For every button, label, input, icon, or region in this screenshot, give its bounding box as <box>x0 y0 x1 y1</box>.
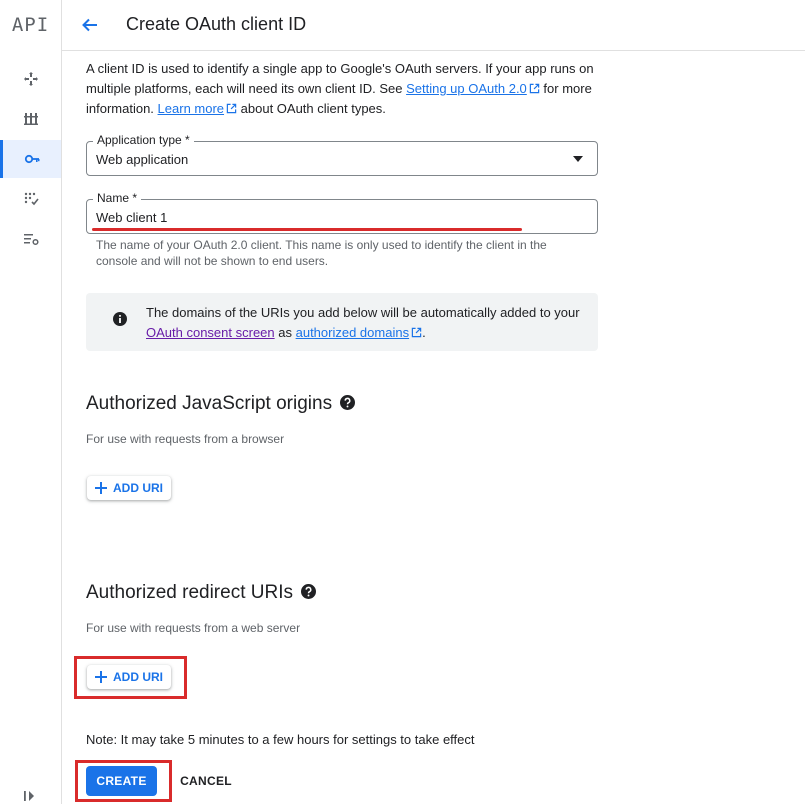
name-helper-text: The name of your OAuth 2.0 client. This … <box>96 238 547 268</box>
learn-more-link[interactable]: Learn more <box>158 101 224 116</box>
nav-credentials[interactable] <box>0 140 61 178</box>
application-type-label: Application type * <box>93 133 194 147</box>
library-icon <box>23 113 38 125</box>
intro-text: A client ID is used to identify a single… <box>86 61 594 116</box>
help-icon[interactable] <box>300 584 316 599</box>
dashboard-icon <box>23 72 38 86</box>
application-type-value: Web application <box>96 152 189 167</box>
js-origins-subtitle: For use with requests from a browser <box>86 432 285 446</box>
page-header: Create OAuth client ID <box>62 0 805 51</box>
settings-list-icon <box>23 234 39 246</box>
back-arrow-icon[interactable] <box>80 15 100 35</box>
plus-icon <box>95 482 107 494</box>
left-nav-rail: API <box>0 0 62 804</box>
name-label: Name * <box>93 191 142 205</box>
help-icon[interactable] <box>340 395 356 410</box>
oauth-consent-screen-link[interactable]: OAuth consent screen <box>146 325 275 340</box>
info-text: The domains of the URIs you add below wi… <box>146 305 580 340</box>
nav-consent[interactable] <box>0 180 61 218</box>
key-icon <box>24 154 40 164</box>
settings-note: Note: It may take 5 minutes to a few hou… <box>86 732 475 747</box>
redirect-uris-subtitle: For use with requests from a web server <box>86 621 301 635</box>
consent-icon <box>24 192 39 206</box>
add-js-origin-button[interactable]: ADD URI <box>87 476 171 500</box>
domains-info-box: The domains of the URIs you add below wi… <box>86 293 598 351</box>
redirect-uris-section-title: Authorized redirect URIs <box>86 582 316 604</box>
external-link-icon <box>529 83 540 94</box>
nav-settings[interactable] <box>0 220 61 258</box>
add-redirect-uri-button[interactable]: ADD URI <box>87 665 171 689</box>
page-title: Create OAuth client ID <box>126 14 307 34</box>
cancel-button[interactable]: CANCEL <box>172 766 240 796</box>
dropdown-caret-icon <box>573 156 583 162</box>
info-icon <box>113 312 127 326</box>
nav-library[interactable] <box>0 100 61 138</box>
create-button[interactable]: CREATE <box>86 766 157 796</box>
nav-dashboard[interactable] <box>0 60 61 98</box>
setting-up-oauth-link[interactable]: Setting up OAuth 2.0 <box>406 81 527 96</box>
name-value: Web client 1 <box>96 210 168 225</box>
red-annotation-underline <box>92 228 522 231</box>
external-link-icon <box>411 327 422 338</box>
js-origins-section-title: Authorized JavaScript origins <box>86 393 356 415</box>
application-type-select[interactable]: Application type * Web application <box>86 133 598 176</box>
expand-rail-icon[interactable] <box>22 788 38 804</box>
external-link-icon <box>226 103 237 114</box>
authorized-domains-link[interactable]: authorized domains <box>296 325 409 340</box>
plus-icon <box>95 671 107 683</box>
api-logo: API <box>11 14 50 36</box>
